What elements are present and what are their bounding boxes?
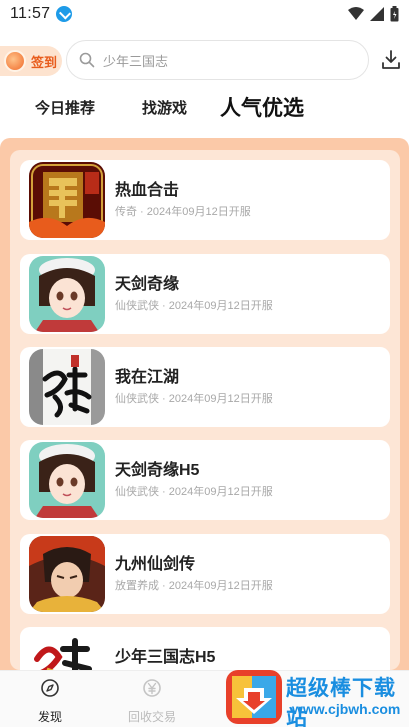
anime-girl-icon <box>29 442 105 518</box>
signin-label: 签到 <box>31 54 58 70</box>
warrior-icon <box>29 536 105 612</box>
game-name: 天剑奇缘 <box>115 276 180 293</box>
game-list-panel: 热血合击 传奇 · 2024年09月12日开服 天剑奇缘 仙侠武侠 · 2024… <box>0 138 409 670</box>
status-time: 11:57 <box>10 5 51 22</box>
watermark-title: 超级棒下载站 <box>286 677 396 727</box>
nav-recycle-trade[interactable]: 回收交易 <box>117 677 187 725</box>
download-manager-icon[interactable] <box>379 48 403 72</box>
signal-icon <box>370 7 384 21</box>
game-card[interactable]: 我在江湖 仙侠武侠 · 2024年09月12日开服 <box>20 347 390 427</box>
game-name: 我在江湖 <box>115 369 180 386</box>
category-tabs: 今日推荐 找游戏 人气优选 <box>0 88 409 130</box>
coin-icon <box>4 50 26 72</box>
status-icons <box>348 6 399 22</box>
game-name: 天剑奇缘H5 <box>115 462 200 479</box>
signin-button[interactable]: 签到 <box>0 46 62 76</box>
battery-icon <box>390 6 399 22</box>
tab-find-games[interactable]: 找游戏 <box>142 88 187 130</box>
top-bar: 签到 少年三国志 <box>0 38 409 82</box>
game-card[interactable]: 热血合击 传奇 · 2024年09月12日开服 <box>20 160 390 240</box>
game-meta: 仙侠武侠 · 2024年09月12日开服 <box>115 393 273 405</box>
game-name: 热血合击 <box>115 182 180 199</box>
game-meta: 仙侠武侠 · 2024年09月12日开服 <box>115 300 273 312</box>
search-placeholder: 少年三国志 <box>103 53 169 69</box>
three-kingdoms-icon <box>29 629 105 670</box>
nav-discover-label: 发现 <box>37 710 62 724</box>
game-meta: 放置养成 · 2024年09月12日开服 <box>115 580 273 592</box>
game-name: 少年三国志H5 <box>115 649 216 666</box>
game-card[interactable]: 九州仙剑传 放置养成 · 2024年09月12日开服 <box>20 534 390 614</box>
dragon-logo-icon <box>29 162 105 238</box>
calligraphy-icon <box>29 349 105 425</box>
anime-girl-icon <box>29 256 105 332</box>
download-notification-icon <box>56 6 73 22</box>
discover-icon <box>41 679 59 697</box>
search-input[interactable]: 少年三国志 <box>66 40 369 80</box>
status-bar: 11:57 <box>0 0 409 28</box>
search-icon <box>79 52 95 68</box>
site-watermark: 超级棒下载站 www.cjbwh.com <box>226 668 409 727</box>
game-card[interactable]: 天剑奇缘 仙侠武侠 · 2024年09月12日开服 <box>20 254 390 334</box>
tab-today-recommend[interactable]: 今日推荐 <box>35 88 95 130</box>
nav-recycle-trade-label: 回收交易 <box>127 710 176 724</box>
yuan-coin-icon <box>143 679 161 697</box>
watermark-url: www.cjbwh.com <box>292 701 401 717</box>
tab-popular-picks[interactable]: 人气优选 <box>220 88 304 130</box>
game-meta: 仙侠武侠 · 2024年09月12日开服 <box>115 486 273 498</box>
wifi-icon <box>348 7 364 20</box>
game-list-container: 热血合击 传奇 · 2024年09月12日开服 天剑奇缘 仙侠武侠 · 2024… <box>10 150 400 670</box>
game-card[interactable]: 少年三国志H5 <box>20 627 390 670</box>
nav-discover[interactable]: 发现 <box>15 677 85 725</box>
game-name: 九州仙剑传 <box>115 556 196 573</box>
game-card[interactable]: 天剑奇缘H5 仙侠武侠 · 2024年09月12日开服 <box>20 440 390 520</box>
watermark-logo-icon <box>226 670 282 724</box>
game-meta: 传奇 · 2024年09月12日开服 <box>115 206 251 218</box>
